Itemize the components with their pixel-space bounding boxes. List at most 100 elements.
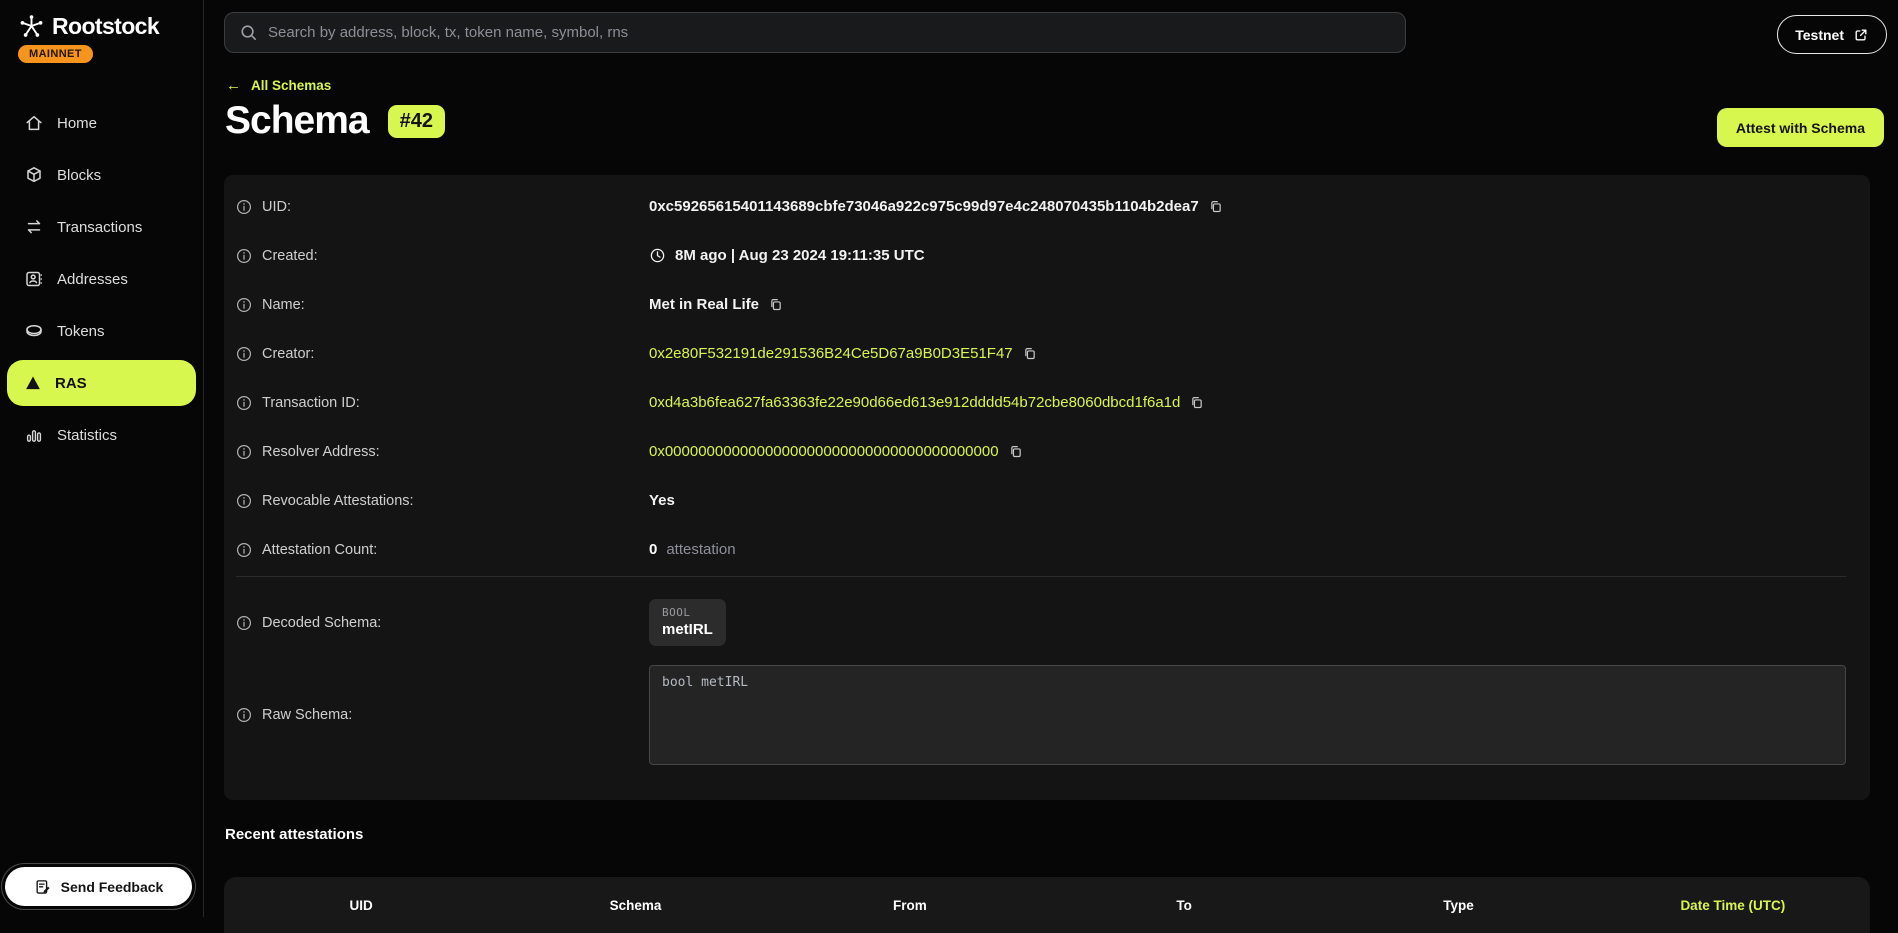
- info-icon: [236, 493, 252, 509]
- info-icon: [236, 542, 252, 558]
- column-header-type[interactable]: Type: [1321, 898, 1595, 913]
- decoded-schema-label-group: Decoded Schema:: [236, 615, 649, 631]
- transaction-id-link[interactable]: 0xd4a3b6fea627fa63363fe22e90d66ed613e912…: [649, 394, 1180, 411]
- creator-address-link[interactable]: 0x2e80F532191de291536B24Ce5D67a9B0D3E51F…: [649, 345, 1013, 362]
- detail-row-name: Name: Met in Real Life: [236, 280, 1846, 329]
- resolver-address-label-group: Resolver Address:: [236, 444, 649, 460]
- sidebar-item-label: RAS: [55, 375, 87, 392]
- transaction-id-label: Transaction ID:: [262, 395, 360, 411]
- decoded-schema-value: BOOL metIRL: [649, 599, 726, 646]
- transaction-id-label-group: Transaction ID:: [236, 395, 649, 411]
- uid-label-group: UID:: [236, 199, 649, 215]
- title-row: Schema #42: [225, 99, 445, 143]
- info-icon: [236, 395, 252, 411]
- copy-icon[interactable]: [1189, 395, 1205, 411]
- search-input[interactable]: [268, 24, 1391, 41]
- testnet-button[interactable]: Testnet: [1777, 15, 1887, 54]
- sidebar-item-tokens[interactable]: Tokens: [7, 308, 196, 354]
- sidebar-item-ras[interactable]: RAS: [7, 360, 196, 406]
- name-label: Name:: [262, 297, 305, 313]
- column-header-schema[interactable]: Schema: [498, 898, 772, 913]
- attestation-count-link[interactable]: attestation: [666, 541, 735, 558]
- back-link-label: All Schemas: [251, 78, 331, 93]
- sidebar-item-home[interactable]: Home: [7, 100, 196, 146]
- sidebar-item-label: Home: [57, 115, 97, 132]
- back-to-all-schemas-link[interactable]: ← All Schemas: [226, 77, 331, 94]
- uid-value-group: 0xc59265615401143689cbfe73046a922c975c99…: [649, 198, 1846, 215]
- raw-schema-textarea[interactable]: bool metIRL: [649, 665, 1846, 765]
- recent-attestations-table-header: UID Schema From To Type Date Time (UTC): [224, 877, 1870, 933]
- swap-arrows-icon: [24, 217, 44, 237]
- column-header-to[interactable]: To: [1047, 898, 1321, 913]
- cube-icon: [24, 165, 44, 185]
- sidebar-item-label: Blocks: [57, 167, 101, 184]
- revocable-value: Yes: [649, 492, 1846, 509]
- created-value: 8M ago | Aug 23 2024 19:11:35 UTC: [675, 247, 925, 264]
- sidebar-nav: Home Blocks Transactions: [7, 100, 196, 464]
- sidebar-item-blocks[interactable]: Blocks: [7, 152, 196, 198]
- name-value: Met in Real Life: [649, 296, 759, 313]
- schema-details-card: UID: 0xc59265615401143689cbfe73046a922c9…: [224, 175, 1870, 800]
- detail-row-resolver-address: Resolver Address: 0x00000000000000000000…: [236, 427, 1846, 476]
- uid-value: 0xc59265615401143689cbfe73046a922c975c99…: [649, 198, 1199, 215]
- detail-row-uid: UID: 0xc59265615401143689cbfe73046a922c9…: [236, 182, 1846, 231]
- column-header-date-time[interactable]: Date Time (UTC): [1596, 898, 1870, 913]
- schema-number-badge: #42: [388, 105, 445, 138]
- arrow-left-icon: ←: [226, 77, 241, 94]
- network-badge: MAINNET: [18, 45, 93, 63]
- triangle-icon: [24, 374, 42, 392]
- revocable-label-group: Revocable Attestations:: [236, 493, 649, 509]
- detail-row-creator: Creator: 0x2e80F532191de291536B24Ce5D67a…: [236, 329, 1846, 378]
- copy-icon[interactable]: [768, 297, 784, 313]
- detail-row-raw-schema: Raw Schema: bool metIRL: [236, 665, 1846, 765]
- resolver-address-label: Resolver Address:: [262, 444, 380, 460]
- send-feedback-label: Send Feedback: [61, 879, 164, 895]
- search-bar[interactable]: [224, 12, 1406, 53]
- info-icon: [236, 346, 252, 362]
- page-title: Schema: [225, 99, 369, 143]
- sidebar-item-statistics[interactable]: Statistics: [7, 412, 196, 458]
- home-icon: [24, 113, 44, 133]
- created-label-group: Created:: [236, 248, 649, 264]
- copy-icon[interactable]: [1208, 199, 1224, 215]
- schema-field-name: metIRL: [662, 621, 713, 638]
- info-icon: [236, 248, 252, 264]
- column-header-uid[interactable]: UID: [224, 898, 498, 913]
- attestation-count-label-group: Attestation Count:: [236, 542, 649, 558]
- rootstock-flower-icon: [18, 13, 45, 40]
- sidebar: Rootstock MAINNET Home Blocks: [0, 0, 204, 917]
- attest-with-schema-button[interactable]: Attest with Schema: [1717, 108, 1884, 147]
- sidebar-item-label: Statistics: [57, 427, 117, 444]
- testnet-label: Testnet: [1795, 27, 1844, 43]
- attestation-count-number: 0: [649, 541, 657, 558]
- send-feedback-button[interactable]: Send Feedback: [5, 867, 192, 906]
- creator-value-group: 0x2e80F532191de291536B24Ce5D67a9B0D3E51F…: [649, 345, 1846, 362]
- uid-label: UID:: [262, 199, 291, 215]
- external-link-icon: [1853, 27, 1869, 43]
- transaction-id-value-group: 0xd4a3b6fea627fa63363fe22e90d66ed613e912…: [649, 394, 1846, 411]
- sidebar-item-label: Tokens: [57, 323, 105, 340]
- column-header-from[interactable]: From: [773, 898, 1047, 913]
- bar-chart-icon: [24, 425, 44, 445]
- info-icon: [236, 444, 252, 460]
- sidebar-item-label: Addresses: [57, 271, 128, 288]
- sidebar-item-addresses[interactable]: Addresses: [7, 256, 196, 302]
- creator-label-group: Creator:: [236, 346, 649, 362]
- main-content: Testnet ← All Schemas Schema #42 Attest …: [204, 0, 1898, 917]
- schema-field-chip: BOOL metIRL: [649, 599, 726, 646]
- detail-row-created: Created: 8M ago | Aug 23 2024 19:11:35 U…: [236, 231, 1846, 280]
- contact-card-icon: [24, 269, 44, 289]
- raw-schema-label-group: Raw Schema:: [236, 707, 649, 723]
- resolver-address-value-group: 0x00000000000000000000000000000000000000…: [649, 443, 1846, 460]
- sidebar-item-transactions[interactable]: Transactions: [7, 204, 196, 250]
- resolver-address-link[interactable]: 0x00000000000000000000000000000000000000…: [649, 443, 999, 460]
- feedback-pencil-icon: [34, 878, 52, 896]
- rootstock-logo[interactable]: Rootstock: [0, 0, 203, 40]
- info-icon: [236, 297, 252, 313]
- copy-icon[interactable]: [1022, 346, 1038, 362]
- creator-label: Creator:: [262, 346, 314, 362]
- info-icon: [236, 707, 252, 723]
- info-icon: [236, 199, 252, 215]
- copy-icon[interactable]: [1008, 444, 1024, 460]
- recent-attestations-heading: Recent attestations: [225, 826, 363, 843]
